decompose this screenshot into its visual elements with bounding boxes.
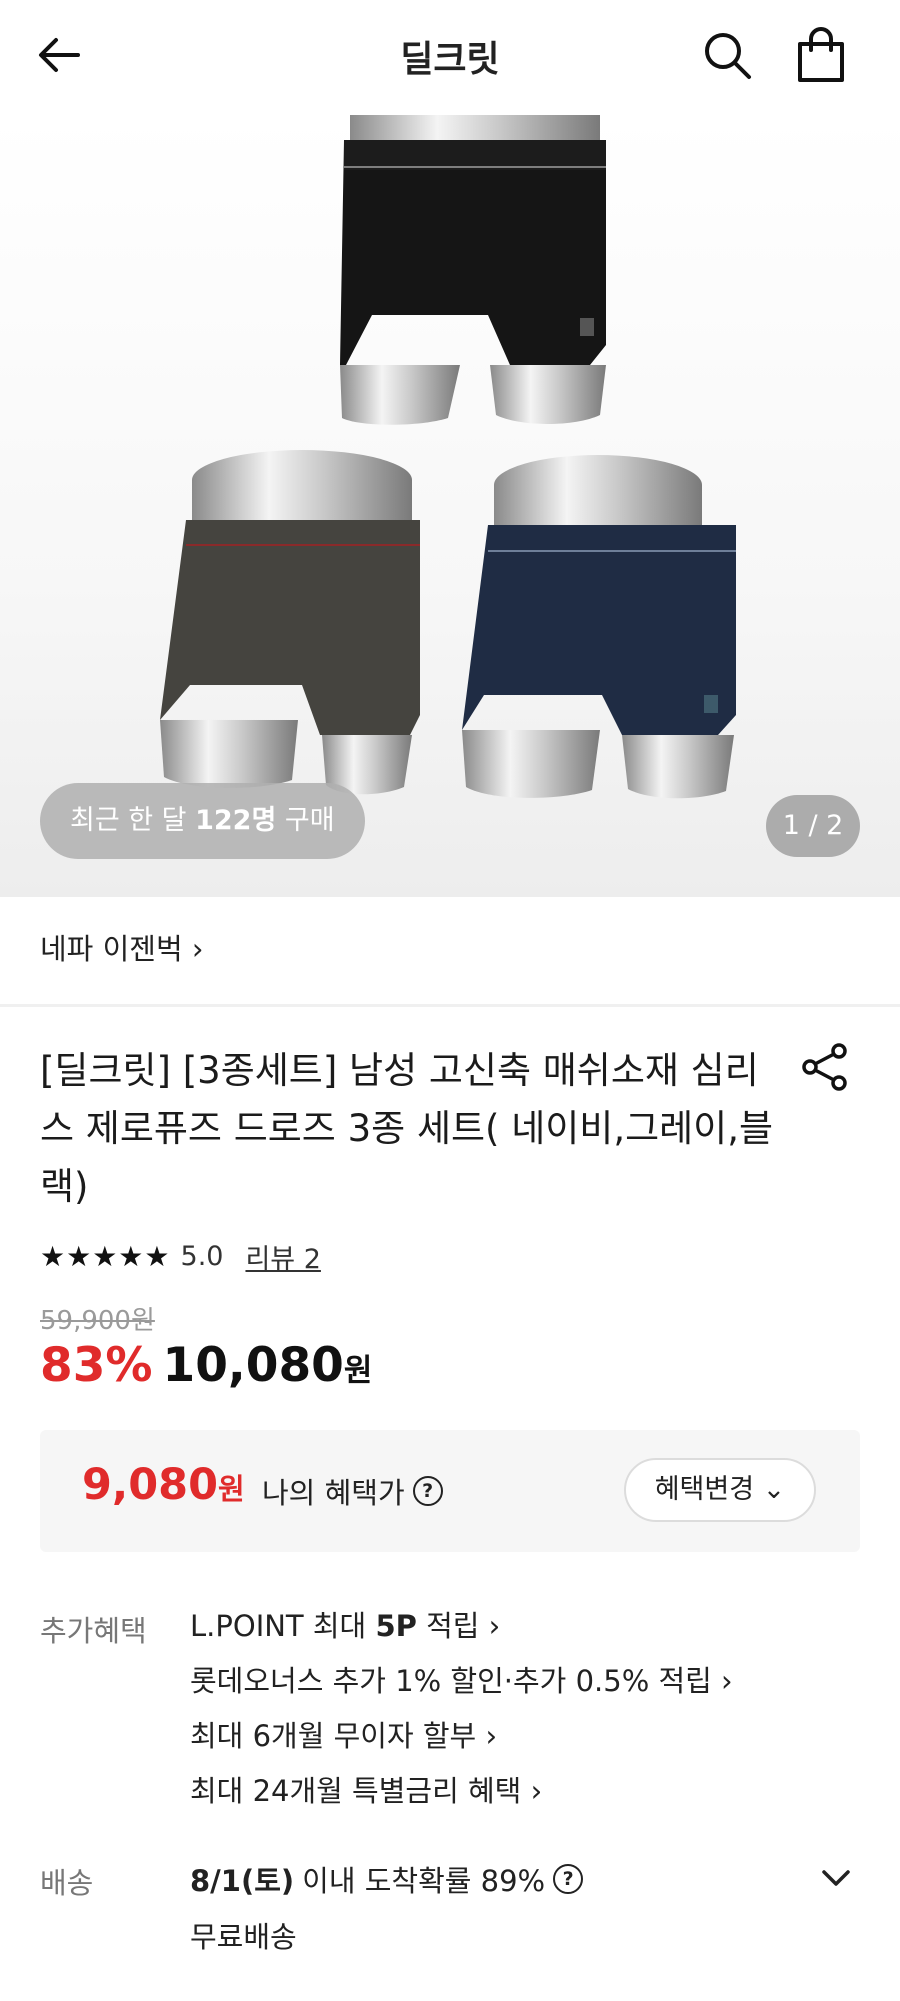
benefit-price-box: 9,080 원 나의 혜택가 ? 혜택변경 ⌄ xyxy=(40,1430,860,1552)
extra-benefit-item[interactable]: 최대 6개월 무이자 할부 › xyxy=(190,1715,733,1770)
sale-price: 10,080 xyxy=(162,1338,344,1393)
benefit-text: L.POINT 최대 xyxy=(190,1609,376,1643)
recent-purchase-badge: 최근 한 달 122명 구매 xyxy=(40,783,365,859)
shipping-info: 8/1(토) 이내 도착확률 89% ? xyxy=(190,1858,584,1900)
price-row: 83% 10,080 원 xyxy=(40,1338,372,1393)
image-page-indicator: 1 / 2 xyxy=(766,795,860,857)
extra-benefits-label: 추가혜택 xyxy=(40,1614,147,1648)
chevron-down-icon[interactable] xyxy=(818,1860,854,1896)
recent-count: 122명 xyxy=(195,805,277,836)
benefit-price-value: 9,080 xyxy=(82,1460,219,1510)
extra-benefit-item[interactable]: 최대 24개월 특별금리 혜택 › xyxy=(190,1770,733,1825)
app-header: 딜크릿 xyxy=(0,0,900,115)
benefit-price: 9,080 원 xyxy=(82,1460,245,1510)
price-currency: 원 xyxy=(343,1353,373,1389)
benefit-change-button[interactable]: 혜택변경 ⌄ xyxy=(624,1458,816,1522)
section-divider xyxy=(0,1004,900,1007)
rating-score: 5.0 xyxy=(180,1240,224,1272)
benefit-price-currency: 원 xyxy=(218,1472,245,1506)
benefit-label-text: 나의 혜택가 xyxy=(262,1476,405,1510)
recent-suffix: 구매 xyxy=(276,805,335,836)
help-icon[interactable]: ? xyxy=(553,1864,584,1894)
shopping-bag-icon[interactable] xyxy=(794,26,848,84)
extra-benefit-item[interactable]: L.POINT 최대 5P 적립 › xyxy=(190,1605,733,1660)
shipping-date: 8/1(토) xyxy=(190,1864,295,1898)
star-rating: ★★★★★ xyxy=(40,1239,171,1273)
extra-benefit-item[interactable]: 롯데오너스 추가 1% 할인·추가 0.5% 적립 › xyxy=(190,1660,733,1715)
extra-benefits-list: L.POINT 최대 5P 적립 › 롯데오너스 추가 1% 할인·추가 0.5… xyxy=(190,1605,733,1825)
chevron-right-icon: › xyxy=(191,932,204,966)
recent-prefix: 최근 한 달 xyxy=(70,805,196,836)
shipping-fee: 무료배송 xyxy=(190,1920,297,1954)
benefit-text: 최대 6개월 무이자 할부 › xyxy=(190,1719,498,1753)
product-image-carousel[interactable]: 최근 한 달 122명 구매 1 / 2 xyxy=(0,115,900,897)
review-link[interactable]: 리뷰 2 xyxy=(245,1237,320,1276)
discount-rate: 83% xyxy=(40,1338,153,1393)
original-price: 59,900원 xyxy=(40,1306,155,1336)
help-icon[interactable]: ? xyxy=(412,1476,443,1506)
rating-row: ★★★★★ 5.0 리뷰 2 xyxy=(40,1236,321,1276)
brand-name: 네파 이젠벅 xyxy=(40,932,183,966)
benefit-bold: 5P xyxy=(375,1609,417,1643)
brand-link[interactable]: 네파 이젠벅 › xyxy=(40,926,203,968)
benefit-label: 나의 혜택가 ? xyxy=(262,1470,443,1512)
product-title: [딜크릿] [3종세트] 남성 고신축 매쉬소재 심리스 제로퓨즈 드로즈 3종… xyxy=(40,1049,774,1208)
benefit-text-end: 적립 › xyxy=(416,1609,501,1643)
search-icon[interactable] xyxy=(700,28,754,82)
page-title: 딜크릿 xyxy=(400,39,500,80)
shipping-label: 배송 xyxy=(40,1866,94,1900)
benefit-text: 최대 24개월 특별금리 혜택 › xyxy=(190,1774,543,1808)
shipping-desc: 이내 도착확률 89% xyxy=(302,1864,546,1898)
product-image xyxy=(160,115,736,799)
share-icon[interactable] xyxy=(800,1042,850,1092)
benefit-text: 롯데오너스 추가 1% 할인·추가 0.5% 적립 › xyxy=(190,1664,733,1698)
